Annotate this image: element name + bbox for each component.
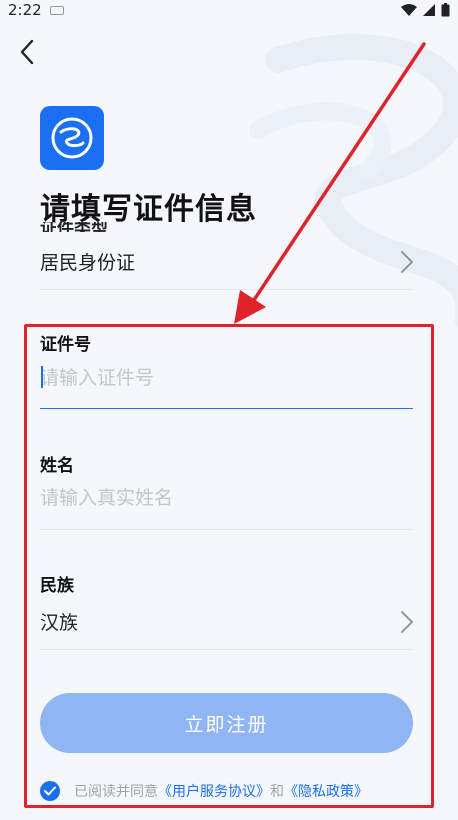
- checkmark-icon: [44, 786, 56, 796]
- status-bar: 2:22: [0, 0, 458, 20]
- chevron-left-icon: [20, 39, 34, 65]
- chevron-right-icon: [401, 610, 413, 633]
- background-logo-watermark: [249, 34, 458, 329]
- id-number-input[interactable]: [40, 356, 413, 400]
- agreement-prefix: 已阅读并同意: [74, 784, 158, 800]
- wifi-icon: [401, 4, 417, 16]
- ethnicity-value: 汉族: [40, 612, 79, 634]
- id-number-underline: [40, 408, 413, 409]
- keyboard-icon: [49, 5, 64, 15]
- agreement-row: 已阅读并同意 《用户服务协议》 和 《隐私政策》: [40, 781, 368, 801]
- ethnicity-selector[interactable]: 汉族: [40, 594, 413, 650]
- name-label: 姓名: [40, 456, 74, 476]
- ethnicity-label: 民族: [40, 576, 74, 596]
- text-cursor: [41, 366, 43, 388]
- name-underline: [40, 529, 413, 530]
- privacy-link[interactable]: 《隐私政策》: [284, 781, 368, 801]
- terms-link[interactable]: 《用户服务协议》: [158, 781, 270, 801]
- app-logo: [40, 106, 104, 170]
- back-button[interactable]: [12, 36, 42, 68]
- doc-type-selector[interactable]: 居民身份证: [40, 234, 413, 290]
- signal-icon: [423, 4, 435, 16]
- agreement-conjunction: 和: [270, 784, 284, 800]
- id-number-label: 证件号: [40, 335, 91, 355]
- doc-type-label: 证件类型: [40, 222, 108, 232]
- battery-icon: [441, 3, 450, 17]
- agree-checkbox[interactable]: [40, 781, 60, 801]
- register-button[interactable]: 立即注册: [40, 693, 413, 753]
- app-logo-icon: [51, 117, 93, 159]
- name-input[interactable]: [40, 476, 413, 520]
- chevron-right-icon: [401, 250, 413, 273]
- doc-type-value: 居民身份证: [40, 252, 136, 274]
- status-time: 2:22: [8, 1, 42, 19]
- status-icons: [401, 3, 450, 17]
